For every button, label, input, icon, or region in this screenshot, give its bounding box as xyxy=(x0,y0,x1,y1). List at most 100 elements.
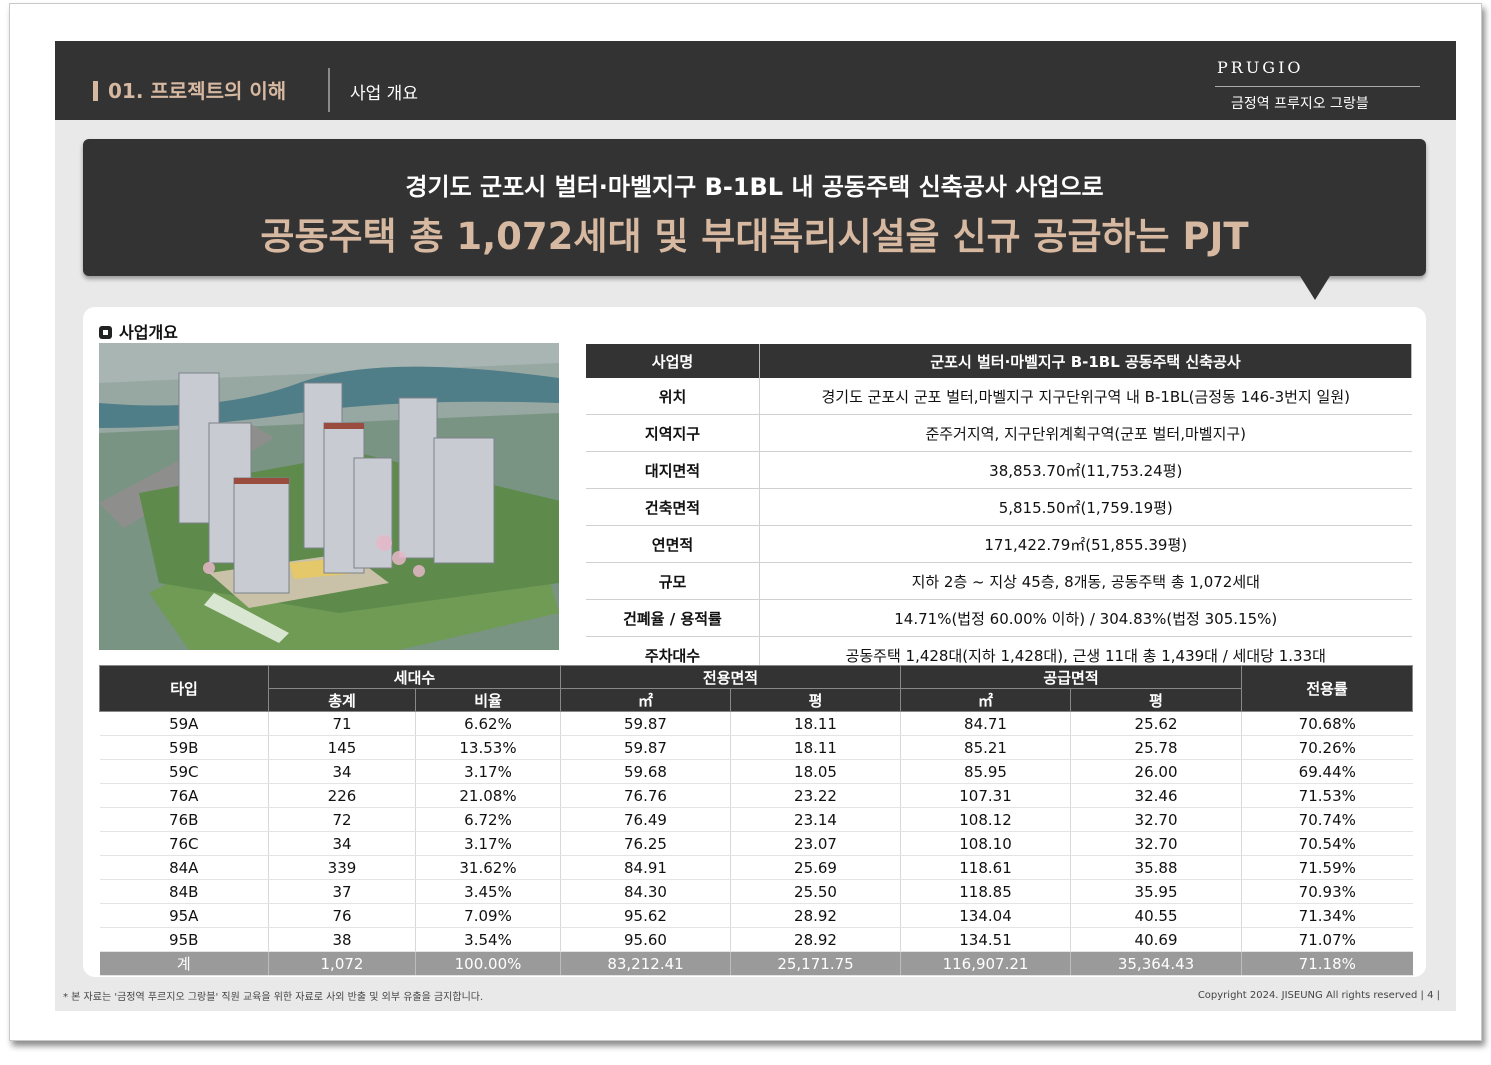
logo-divider xyxy=(1215,86,1420,87)
table-cell: 95.62 xyxy=(560,903,731,928)
header-supply-area: 공급면적 xyxy=(900,665,1243,689)
overview-value: 171,422.79㎡(51,855.39평) xyxy=(759,525,1412,563)
header-pyeong: 평 xyxy=(729,688,902,712)
header-total: 총계 xyxy=(268,688,416,712)
table-cell: 3.17% xyxy=(415,759,561,784)
headline-banner: 경기도 군포시 벌터·마벨지구 B-1BL 내 공동주택 신축공사 사업으로 공… xyxy=(83,139,1426,276)
table-cell: 76 xyxy=(268,903,416,928)
table-cell: 71.07% xyxy=(1241,927,1413,952)
table-cell: 3.17% xyxy=(415,831,561,856)
overview-row: 건축면적 5,815.50㎡(1,759.19평) xyxy=(586,488,1412,526)
table-cell: 76.25 xyxy=(560,831,731,856)
unit-type-table: 타입 세대수 전용면적 공급면적 전용률 총계 비율 ㎡ 평 ㎡ 평 59A 7… xyxy=(99,665,1414,976)
site-rendering-image xyxy=(99,343,559,650)
table-cell: 59.87 xyxy=(560,711,731,736)
table-cell: 108.10 xyxy=(900,831,1071,856)
table-cell: 59B xyxy=(99,735,269,760)
table-cell: 76.49 xyxy=(560,807,731,832)
table-cell: 40.69 xyxy=(1070,927,1242,952)
header-sqm: ㎡ xyxy=(560,688,731,712)
headline-line2: 공동주택 총 1,072세대 및 부대복리시설을 신규 공급하는 PJT xyxy=(260,215,1249,258)
table-cell: 145 xyxy=(268,735,416,760)
table-cell: 13.53% xyxy=(415,735,561,760)
overview-value: 경기도 군포시 군포 벌터,마벨지구 지구단위구역 내 B-1BL(금정동 14… xyxy=(759,378,1412,415)
header-households: 세대수 xyxy=(268,665,561,689)
table-cell: 85.95 xyxy=(900,759,1071,784)
overview-key: 건폐율 / 용적률 xyxy=(586,599,760,637)
table-cell: 40.55 xyxy=(1070,903,1242,928)
table-cell: 85.21 xyxy=(900,735,1071,760)
table-cell: 59C xyxy=(99,759,269,784)
unit-table-body: 59A 71 6.62% 59.87 18.11 84.71 25.62 70.68% 59B 1… xyxy=(99,711,1413,976)
content-panel: 사업개요 사업명 군포시 벌터·마벨지구 B-1BL 공동주택 신축공사 위치 … xyxy=(83,307,1426,977)
table-cell: 108.12 xyxy=(900,807,1071,832)
header-share: 비율 xyxy=(415,688,561,712)
slide: 01. 프로젝트의 이해 사업 개요 PRUGIO 금정역 프루지오 그랑블 경… xyxy=(55,41,1456,1011)
overview-key: 대지면적 xyxy=(586,451,760,489)
table-cell: 134.04 xyxy=(900,903,1071,928)
table-row: 59B 145 13.53% 59.87 18.11 85.21 25.78 70.26% xyxy=(99,735,1413,760)
table-cell: 84B xyxy=(99,879,269,904)
table-cell: 70.26% xyxy=(1241,735,1413,760)
table-cell: 118.61 xyxy=(900,855,1071,880)
overview-row: 위치 경기도 군포시 군포 벌터,마벨지구 지구단위구역 내 B-1BL(금정동 … xyxy=(586,378,1412,415)
footer-note: * 본 자료는 '금정역 푸르지오 그랑블' 직원 교육을 위한 자료로 사외 … xyxy=(63,992,484,1003)
overview-title-text: 사업개요 xyxy=(119,323,178,342)
overview-header-key: 사업명 xyxy=(586,344,760,378)
table-cell: 76B xyxy=(99,807,269,832)
table-cell: 35.88 xyxy=(1070,855,1242,880)
table-cell: 76A xyxy=(99,783,269,808)
unit-subheader-row: 총계 비율 ㎡ 평 ㎡ 평 xyxy=(100,688,1413,712)
overview-key: 건축면적 xyxy=(586,488,760,526)
table-cell: 38 xyxy=(268,927,416,952)
table-cell: 25.69 xyxy=(729,855,901,880)
table-cell: 37 xyxy=(268,879,416,904)
table-cell: 100.00% xyxy=(415,951,561,976)
table-cell: 95B xyxy=(99,927,269,952)
unit-header-row: 타입 세대수 전용면적 공급면적 전용률 xyxy=(99,665,1414,712)
table-cell: 71.59% xyxy=(1241,855,1413,880)
table-cell: 21.08% xyxy=(415,783,561,808)
table-cell: 6.72% xyxy=(415,807,561,832)
table-cell: 34 xyxy=(268,759,416,784)
table-cell: 25.50 xyxy=(729,879,901,904)
table-row: 76C 34 3.17% 76.25 23.07 108.10 32.70 70.54% xyxy=(99,831,1413,856)
section-bar-icon xyxy=(93,81,98,101)
table-cell: 70.68% xyxy=(1241,711,1413,736)
header-type: 타입 xyxy=(99,665,269,712)
header-pyeong: 평 xyxy=(1070,688,1243,712)
table-cell: 31.62% xyxy=(415,855,561,880)
table-cell: 25.78 xyxy=(1070,735,1242,760)
table-cell: 70.93% xyxy=(1241,879,1413,904)
headline-line1: 경기도 군포시 벌터·마벨지구 B-1BL 내 공동주택 신축공사 사업으로 xyxy=(405,173,1104,201)
table-cell: 23.22 xyxy=(729,783,901,808)
table-cell: 59.87 xyxy=(560,735,731,760)
table-cell: 83,212.41 xyxy=(560,951,731,976)
table-cell: 23.07 xyxy=(729,831,901,856)
table-cell: 226 xyxy=(268,783,416,808)
table-cell: 95.60 xyxy=(560,927,731,952)
table-row: 84B 37 3.45% 84.30 25.50 118.85 35.95 70.93% xyxy=(99,879,1413,904)
overview-header-value: 군포시 벌터·마벨지구 B-1BL 공동주택 신축공사 xyxy=(759,344,1412,378)
table-cell: 339 xyxy=(268,855,416,880)
table-cell: 69.44% xyxy=(1241,759,1413,784)
section-label: 01. 프로젝트의 이해 xyxy=(93,75,286,104)
brand-logo-sub: 금정역 프루지오 그랑블 xyxy=(1231,96,1369,111)
table-cell: 25.62 xyxy=(1070,711,1242,736)
table-cell: 28.92 xyxy=(729,903,901,928)
overview-header-row: 사업명 군포시 벌터·마벨지구 B-1BL 공동주택 신축공사 xyxy=(586,344,1412,378)
table-cell: 76C xyxy=(99,831,269,856)
table-cell: 76.76 xyxy=(560,783,731,808)
apartment-complex-illustration xyxy=(99,343,559,650)
table-cell: 28.92 xyxy=(729,927,901,952)
overview-value: 준주거지역, 지구단위계획구역(군포 벌터,마벨지구) xyxy=(759,414,1412,452)
header-sqm: ㎡ xyxy=(900,688,1072,712)
table-cell: 71.34% xyxy=(1241,903,1413,928)
table-cell: 118.85 xyxy=(900,879,1071,904)
table-cell: 71 xyxy=(268,711,416,736)
table-cell: 18.11 xyxy=(729,711,901,736)
table-cell: 18.05 xyxy=(729,759,901,784)
table-cell: 84.71 xyxy=(900,711,1071,736)
brand-logo: PRUGIO xyxy=(1217,58,1304,77)
copyright: Copyright 2024. JISEUNG All rights reser… xyxy=(1197,990,1440,1001)
